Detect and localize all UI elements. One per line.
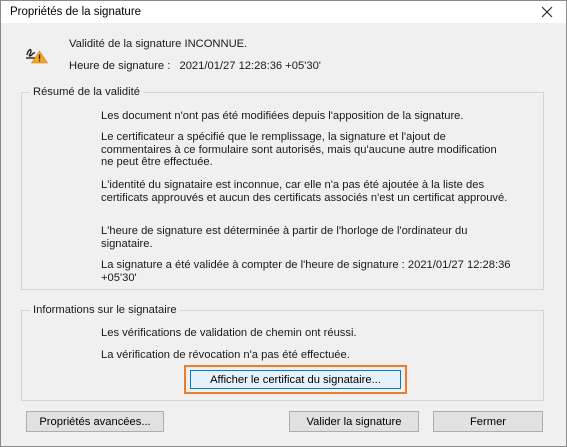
signing-time-value: 2021/01/27 12:28:36 +05'30': [179, 60, 321, 72]
validity-paragraph: La signature a été validée à compter de …: [101, 259, 511, 284]
dialog-title: Propriétés de la signature: [10, 6, 142, 18]
signing-time-label: Heure de signature :: [69, 60, 171, 72]
validity-summary-group: Résumé de la validité Les document n'ont…: [21, 86, 544, 290]
validity-paragraph: L'heure de signature est déterminée à pa…: [101, 225, 468, 250]
signing-time: Heure de signature : 2021/01/27 12:28:36…: [69, 60, 321, 72]
validity-paragraph: Le certificateur a spécifié que le rempl…: [101, 131, 497, 169]
validate-signature-button[interactable]: Valider la signature: [289, 411, 419, 432]
close-dialog-button[interactable]: Fermer: [433, 411, 543, 432]
signature-status: Validité de la signature INCONNUE.: [69, 38, 248, 50]
validity-paragraph: Les document n'ont pas été modifiées dep…: [101, 110, 464, 122]
validity-paragraph: L'identité du signataire est inconnue, c…: [101, 179, 508, 204]
advanced-properties-button[interactable]: Propriétés avancées...: [26, 411, 164, 432]
title-bar: Propriétés de la signature: [1, 1, 566, 23]
show-certificate-button[interactable]: Afficher le certificat du signataire...: [190, 370, 401, 389]
revocation-check-status: La vérification de révocation n'a pas ét…: [101, 349, 350, 361]
close-button[interactable]: [534, 2, 560, 22]
signature-warning-icon: [26, 48, 49, 64]
close-icon: [541, 6, 553, 18]
path-validation-status: Les vérifications de validation de chemi…: [101, 327, 357, 339]
validity-summary-legend: Résumé de la validité: [30, 86, 143, 98]
signature-properties-dialog: Propriétés de la signature Validité de l…: [0, 0, 567, 447]
signer-info-legend: Informations sur le signataire: [30, 304, 180, 316]
